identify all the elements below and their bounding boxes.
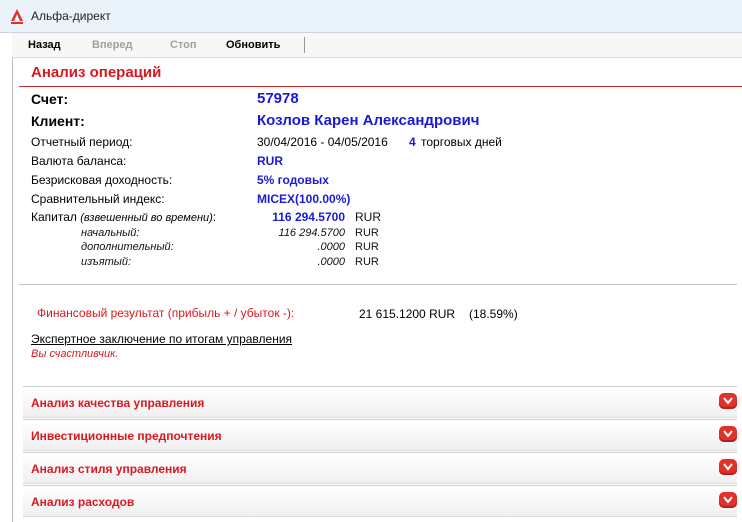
- section-label: Анализ расходов: [31, 495, 135, 509]
- capital-additional-label: дополнительный:: [81, 241, 174, 253]
- index-value: MICEX(100.00%): [257, 192, 351, 206]
- financial-result-percent: (18.59%): [469, 307, 518, 321]
- chevron-down-icon[interactable]: [719, 492, 737, 508]
- capital-label: Капитал (взвешенный во времени):: [31, 210, 216, 224]
- toolbar-separator: [304, 37, 305, 53]
- expert-conclusion-link[interactable]: Экспертное заключение по итогам управлен…: [31, 332, 292, 346]
- capital-label-note: (взвешенный во времени): [80, 212, 213, 224]
- capital-currency: RUR: [355, 210, 381, 224]
- currency-value: RUR: [257, 154, 283, 168]
- chevron-down-icon[interactable]: [719, 459, 737, 475]
- navigation-toolbar: Назад Вперед Стоп Обновить: [12, 33, 742, 58]
- section-label: Анализ качества управления: [31, 396, 205, 410]
- forward-button[interactable]: Вперед: [92, 39, 133, 51]
- section-management-style[interactable]: Анализ стиля управления: [23, 452, 737, 484]
- window-titlebar: Альфа-директ: [0, 0, 742, 33]
- client-label: Клиент:: [31, 113, 85, 129]
- back-button[interactable]: Назад: [28, 39, 61, 51]
- title-divider: [19, 86, 742, 87]
- section-label: Анализ стиля управления: [31, 462, 187, 476]
- stop-button[interactable]: Стоп: [170, 39, 197, 51]
- capital-withdrawn-value: .0000: [317, 256, 345, 268]
- riskfree-value: 5% годовых: [257, 173, 329, 187]
- chevron-down-icon[interactable]: [719, 393, 737, 409]
- refresh-button[interactable]: Обновить: [226, 39, 280, 51]
- riskfree-label: Безрисковая доходность:: [31, 173, 173, 187]
- capital-initial-currency: RUR: [355, 227, 379, 239]
- capital-initial-value: 116 294.5700: [278, 227, 345, 239]
- capital-label-colon: :: [212, 210, 217, 224]
- account-label: Счет:: [31, 91, 69, 107]
- chevron-down-icon[interactable]: [719, 426, 737, 442]
- capital-additional-currency: RUR: [355, 241, 379, 253]
- financial-result-value: 21 615.1200 RUR: [359, 307, 456, 321]
- capital-additional-value: .0000: [317, 241, 345, 253]
- window-title: Альфа-директ: [31, 9, 111, 23]
- capital-withdrawn-currency: RUR: [355, 256, 379, 268]
- capital-label-text: Капитал: [31, 210, 77, 224]
- report-frame: Анализ операций Счет: 57978 Клиент: Козл…: [12, 58, 742, 522]
- trading-days-label: торговых дней: [421, 135, 502, 149]
- capital-initial-label: начальный:: [81, 227, 140, 239]
- section-investment-preferences[interactable]: Инвестиционные предпочтения: [23, 419, 737, 451]
- currency-label: Валюта баланса:: [31, 154, 127, 168]
- period-value: 30/04/2016 - 04/05/2016: [257, 135, 388, 149]
- index-label: Сравнительный индекс:: [31, 192, 165, 206]
- capital-value: 116 294.5700: [272, 210, 345, 224]
- account-value: 57978: [257, 90, 299, 107]
- alfa-logo-icon: [11, 9, 23, 24]
- section-label: Инвестиционные предпочтения: [31, 429, 222, 443]
- trading-days-count: 4: [409, 135, 416, 149]
- summary-divider: [19, 284, 737, 285]
- client-value: Козлов Карен Александрович: [257, 112, 480, 129]
- section-management-quality[interactable]: Анализ качества управления: [23, 386, 737, 418]
- financial-result-label: Финансовый результат (прибыль + / убыток…: [37, 306, 295, 320]
- expert-conclusion-text: Вы счастливчик.: [31, 348, 119, 360]
- capital-withdrawn-label: изъятый:: [81, 256, 132, 268]
- section-expenses[interactable]: Анализ расходов: [23, 485, 737, 517]
- period-label: Отчетный период:: [31, 135, 133, 149]
- page-title: Анализ операций: [31, 64, 162, 81]
